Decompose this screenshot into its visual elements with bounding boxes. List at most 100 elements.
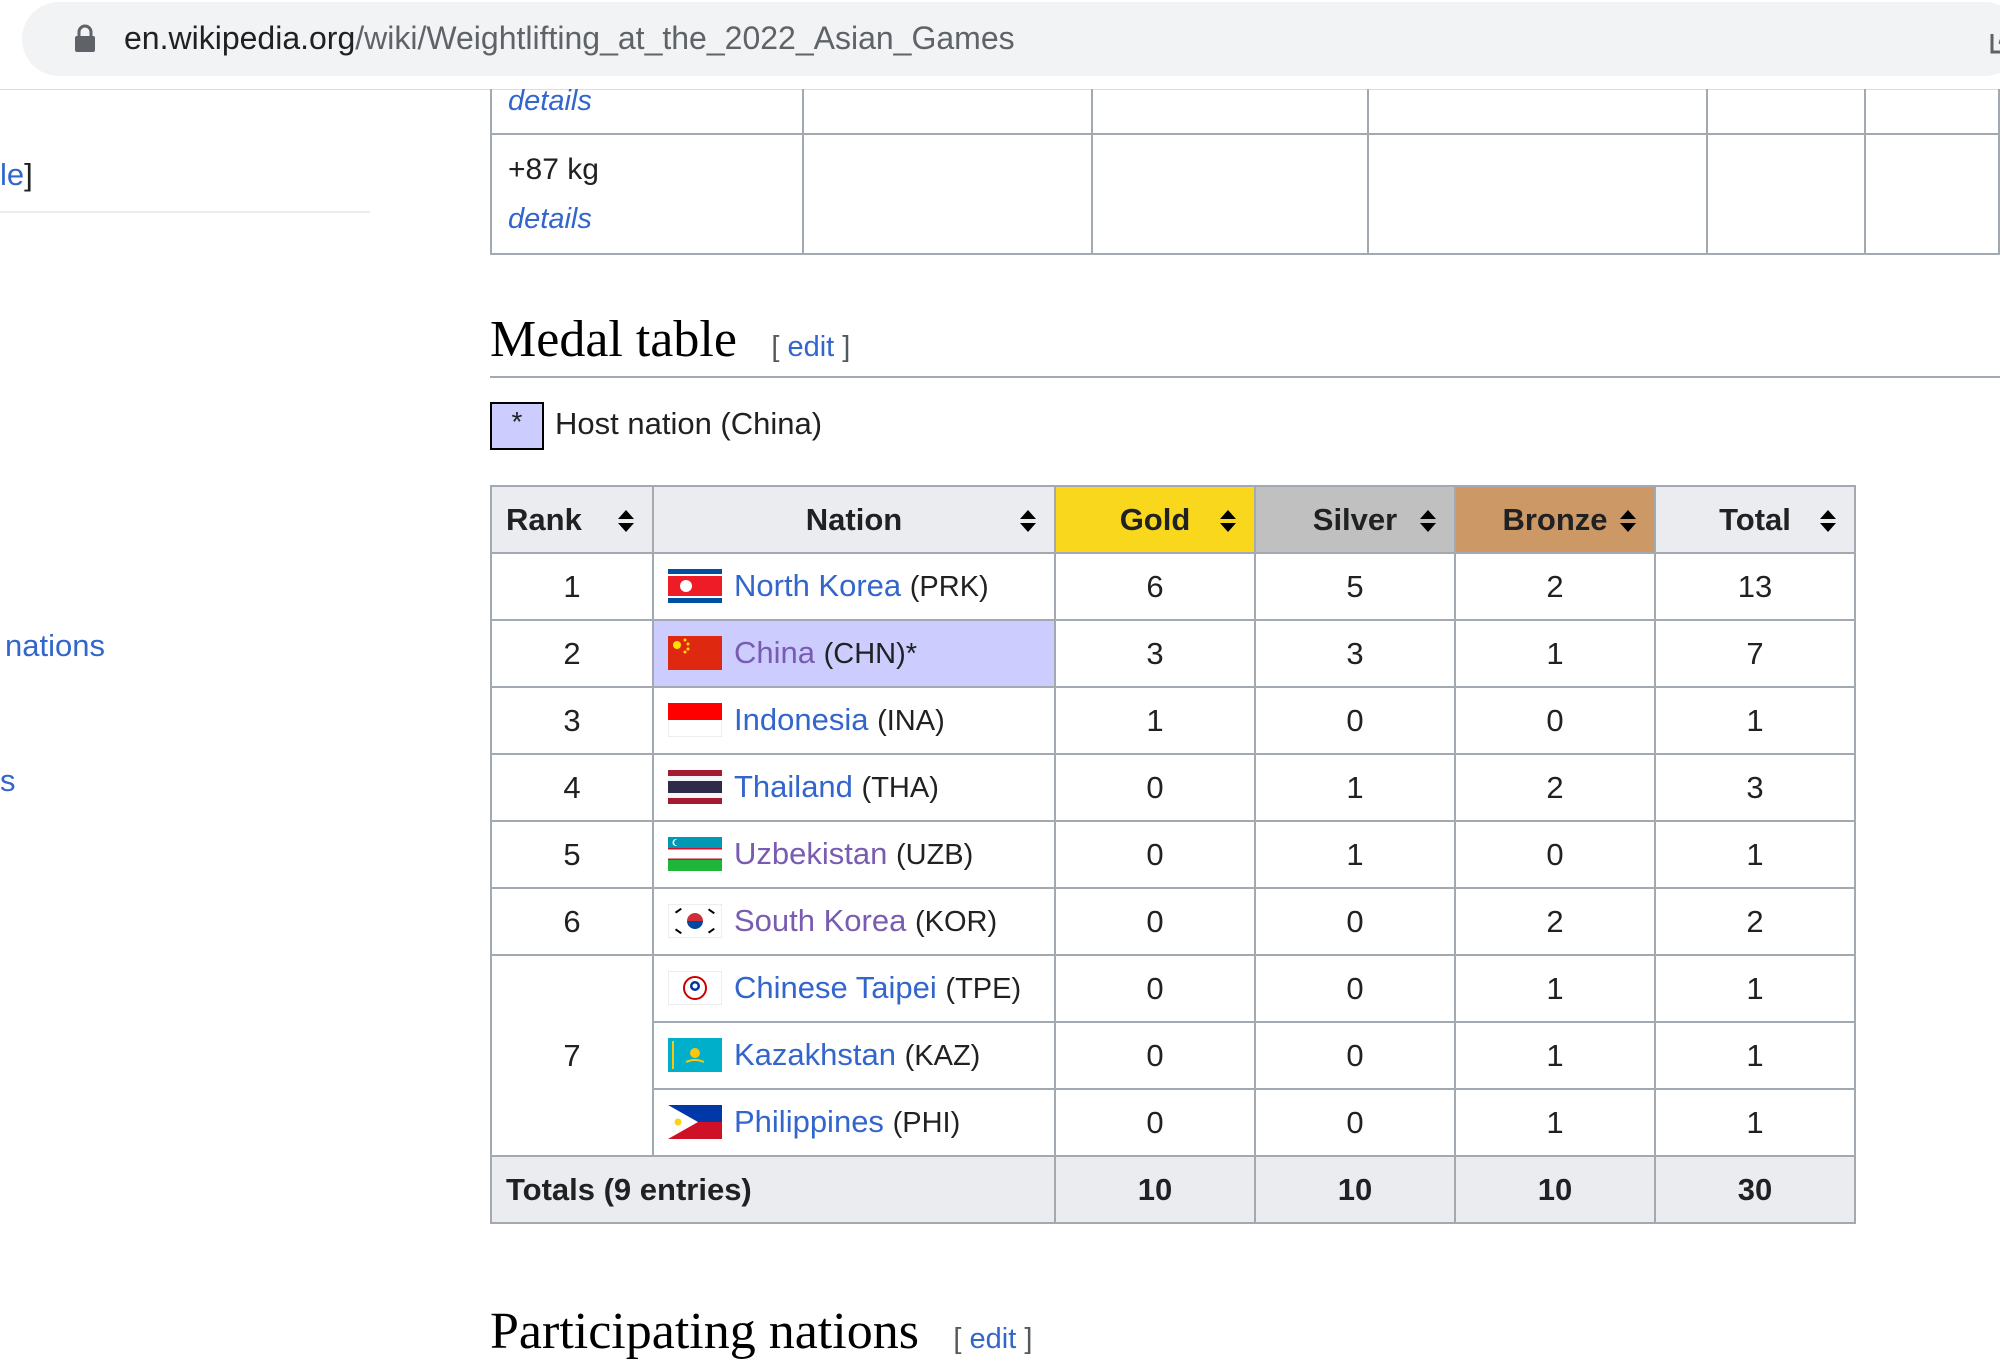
grand-total: 30 <box>1654 1155 1856 1224</box>
bronze-count: 1 <box>1454 1088 1656 1157</box>
sidebar-divider <box>0 211 370 213</box>
nation-cell: Chinese Taipei (TPE) <box>652 954 1056 1023</box>
gold-count: 0 <box>1054 753 1256 822</box>
bronze-count: 2 <box>1454 753 1656 822</box>
sort-icon[interactable] <box>1020 510 1036 532</box>
nation-code: (THA) <box>861 772 939 805</box>
sort-icon[interactable] <box>1420 510 1436 532</box>
share-icon[interactable] <box>1988 24 2000 56</box>
header-label: Rank <box>506 501 582 537</box>
silver-count: 0 <box>1254 1088 1456 1157</box>
silver-count: 0 <box>1254 887 1456 956</box>
nation-link[interactable]: Philippines <box>734 1104 884 1139</box>
totals-label: Totals (9 entries) <box>490 1155 1056 1224</box>
nation-link[interactable]: Kazakhstan <box>734 1037 896 1072</box>
nation-link[interactable]: Indonesia <box>734 702 868 737</box>
nation-link[interactable]: South Korea <box>734 903 906 938</box>
bronze-count: 0 <box>1454 820 1656 889</box>
gold-count: 0 <box>1054 1088 1256 1157</box>
header-label: Nation <box>805 501 903 537</box>
nation-cell: Thailand (THA) <box>652 753 1056 822</box>
total-count: 1 <box>1654 1021 1856 1090</box>
address-bar[interactable]: en.wikipedia.org/wiki/Weightlifting_at_t… <box>22 2 2000 76</box>
table-cell <box>1091 133 1370 255</box>
sidebar-link-text[interactable]: le <box>0 157 24 192</box>
gold-count: 0 <box>1054 887 1256 956</box>
nation-cell: North Korea (PRK) <box>652 552 1056 621</box>
url-text[interactable]: en.wikipedia.org/wiki/Weightlifting_at_t… <box>124 20 1015 57</box>
header-label: Gold <box>1119 501 1191 537</box>
sort-icon[interactable] <box>1220 510 1236 532</box>
url-path: /wiki/Weightlifting_at_the_2022_Asian_Ga… <box>355 20 1015 56</box>
column-header-bronze[interactable]: Bronze <box>1454 485 1656 554</box>
table-row: 2 China (CHN)* 3 3 1 7 <box>490 619 1856 688</box>
nation-link[interactable]: Thailand <box>734 769 853 804</box>
bronze-count: 1 <box>1454 619 1656 688</box>
rank-cell: 6 <box>490 887 654 956</box>
sort-icon[interactable] <box>1620 510 1636 532</box>
gold-total: 10 <box>1054 1155 1256 1224</box>
column-header-total[interactable]: Total <box>1654 485 1856 554</box>
rank-cell: 5 <box>490 820 654 889</box>
uzbekistan-flag-icon <box>668 836 722 871</box>
rank-cell: 1 <box>490 552 654 621</box>
table-row: 5 Uzbekistan (UZB) 0 1 0 1 <box>490 820 1856 889</box>
nation-code: (KAZ) <box>904 1040 981 1073</box>
column-header-rank[interactable]: Rank <box>490 485 654 554</box>
nation-link[interactable]: Uzbekistan <box>734 836 887 871</box>
china-flag-icon <box>668 635 722 670</box>
nation-code: (PRK) <box>909 571 989 604</box>
sidebar-link-fragment[interactable]: le] <box>0 157 33 193</box>
table-cell <box>1863 133 2000 255</box>
thailand-flag-icon <box>668 769 722 804</box>
table-cell <box>1863 89 2000 135</box>
sort-icon[interactable] <box>618 510 634 532</box>
edit-link[interactable]: edit <box>970 1323 1017 1355</box>
lock-icon[interactable] <box>72 24 98 54</box>
total-count: 1 <box>1654 1088 1856 1157</box>
table-row: Kazakhstan (KAZ) 0 0 1 1 <box>491 1021 1856 1090</box>
silver-count: 0 <box>1254 1021 1456 1090</box>
nation-cell: Philippines (PHI) <box>652 1088 1056 1157</box>
total-count: 7 <box>1654 619 1856 688</box>
column-header-gold[interactable]: Gold <box>1054 485 1256 554</box>
nation-link[interactable]: Chinese Taipei <box>734 970 937 1005</box>
bronze-count: 2 <box>1454 887 1656 956</box>
total-count: 1 <box>1654 820 1856 889</box>
medal-table: Rank Nation Gold Silver Bronze Total 1 N… <box>490 485 1856 1224</box>
table-row: 1 North Korea (PRK) 6 5 2 13 <box>490 552 1856 621</box>
silver-count: 3 <box>1254 619 1456 688</box>
column-header-nation[interactable]: Nation <box>652 485 1056 554</box>
rank-cell: 7 <box>490 954 654 1157</box>
details-link[interactable]: details <box>508 85 802 118</box>
details-link[interactable]: details <box>508 203 802 236</box>
total-count: 1 <box>1654 686 1856 755</box>
sidebar-item-nations[interactable]: nations <box>5 628 105 664</box>
edit-link[interactable]: edit <box>787 331 834 363</box>
nation-cell: Indonesia (INA) <box>652 686 1056 755</box>
nation-link[interactable]: North Korea <box>734 568 901 603</box>
host-legend-swatch: * <box>490 402 544 450</box>
section-title: Participating nations <box>490 1303 919 1360</box>
bronze-count: 0 <box>1454 686 1656 755</box>
browser-toolbar: en.wikipedia.org/wiki/Weightlifting_at_t… <box>0 0 2000 90</box>
host-legend-text: Host nation (China) <box>555 406 823 441</box>
nation-cell-host: China (CHN)* <box>652 619 1056 688</box>
sidebar-item-fragment[interactable]: s <box>0 763 16 799</box>
nation-code: (TPE) <box>945 973 1022 1006</box>
header-label: Silver <box>1312 501 1398 537</box>
north-korea-flag-icon <box>668 568 722 603</box>
bronze-count: 1 <box>1454 1021 1656 1090</box>
column-header-silver[interactable]: Silver <box>1254 485 1456 554</box>
nation-code: (INA) <box>877 705 945 738</box>
header-row: Rank Nation Gold Silver Bronze Total <box>490 485 1856 554</box>
rank-cell: 3 <box>490 686 654 755</box>
bracket: ] <box>24 157 33 192</box>
sort-icon[interactable] <box>1820 510 1836 532</box>
table-cell <box>1091 89 1370 135</box>
table-row: 3 Indonesia (INA) 1 0 0 1 <box>490 686 1856 755</box>
total-count: 1 <box>1654 954 1856 1023</box>
table-cell <box>1367 89 1708 135</box>
nation-link[interactable]: China <box>734 635 815 670</box>
silver-count: 0 <box>1254 686 1456 755</box>
